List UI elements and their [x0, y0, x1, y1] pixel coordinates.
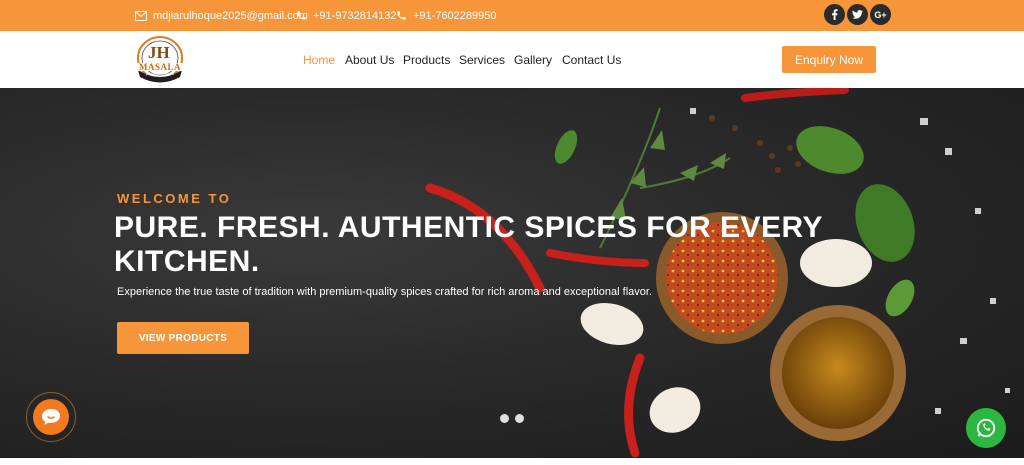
google-plus-icon[interactable]: G+	[870, 4, 891, 25]
email-text: mdjiarulhoque2025@gmail.com	[153, 9, 308, 22]
hero-subtext: Experience the true taste of tradition w…	[117, 286, 652, 298]
jh-masala-logo[interactable]: JH MASALA premium spices	[130, 34, 190, 86]
slider-dot-2[interactable]	[515, 414, 524, 423]
hero-headline: PURE. FRESH. AUTHENTIC SPICES FOR EVERY …	[114, 211, 823, 278]
nav-products[interactable]: Products	[403, 31, 450, 88]
phone-icon	[296, 10, 307, 21]
page-bottom-edge	[0, 458, 1024, 465]
nav-contact-us[interactable]: Contact Us	[562, 31, 621, 88]
phone-contact-2[interactable]: +91-7602289950	[396, 0, 497, 31]
phone-contact-1[interactable]: +91-9732814132	[296, 0, 397, 31]
chat-bubble-icon	[33, 399, 69, 435]
whatsapp-icon[interactable]	[966, 408, 1006, 448]
logo-tagline: premium spices	[145, 71, 174, 76]
chat-widget-button[interactable]	[26, 392, 76, 442]
nav-gallery[interactable]: Gallery	[514, 31, 552, 88]
phone-text-2: +91-7602289950	[413, 9, 497, 22]
nav-home[interactable]: Home	[303, 31, 335, 88]
view-products-button[interactable]: VIEW PRODUCTS	[117, 322, 249, 354]
nav-about-us[interactable]: About Us	[345, 31, 394, 88]
slider-dot-1[interactable]	[500, 414, 509, 423]
hero-eyebrow: WELCOME TO	[117, 191, 232, 206]
nav-services[interactable]: Services	[459, 31, 505, 88]
enquiry-now-button[interactable]: Enquiry Now	[782, 46, 876, 73]
logo-initials: JH	[148, 43, 170, 62]
facebook-icon[interactable]	[824, 4, 845, 25]
envelope-icon	[135, 10, 147, 21]
phone-text-1: +91-9732814132	[313, 9, 397, 22]
top-bar: mdjiarulhoque2025@gmail.com +91-97328141…	[0, 0, 1024, 31]
phone-icon	[396, 10, 407, 21]
email-contact[interactable]: mdjiarulhoque2025@gmail.com	[135, 0, 308, 31]
twitter-icon[interactable]	[847, 4, 868, 25]
